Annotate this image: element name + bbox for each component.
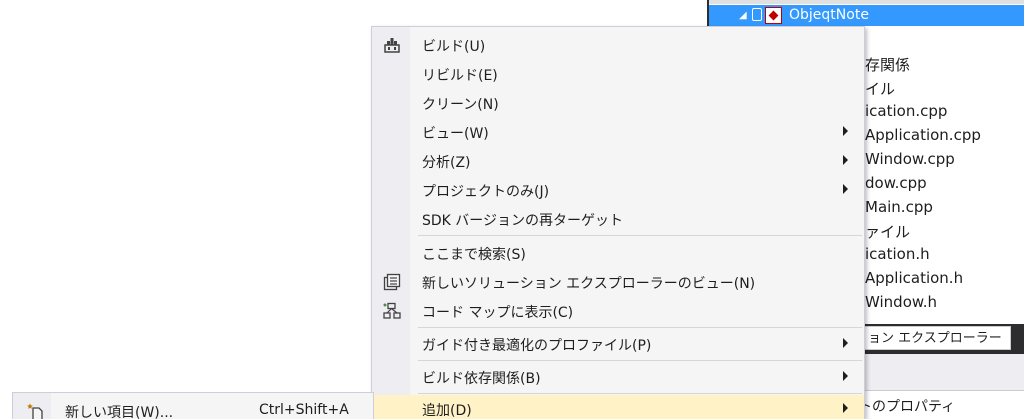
solution-explorer-top-row xyxy=(709,0,1024,4)
tree-item[interactable]: ァイル xyxy=(865,221,910,242)
menu-item-label: リビルド(E) xyxy=(422,68,498,84)
menu-separator xyxy=(418,235,862,236)
build-icon xyxy=(384,38,400,53)
menu-item-label: 分析(Z) xyxy=(422,155,471,171)
tree-item[interactable]: 存関係 xyxy=(865,54,910,75)
tree-item[interactable]: Application.h xyxy=(865,269,963,287)
menu-item-view[interactable]: ビュー(W) xyxy=(372,118,864,146)
menu-item-label: ビュー(W) xyxy=(422,126,489,142)
tree-item[interactable]: ication.cpp xyxy=(865,102,947,120)
menu-item-profile-guided-optimization[interactable]: ガイド付き最適化のプロファイル(P) xyxy=(372,330,864,358)
menu-item-analyze[interactable]: 分析(Z) xyxy=(372,147,864,175)
menu-item-label: ガイド付き最適化のプロファイル(P) xyxy=(422,338,652,354)
menu-item-rebuild[interactable]: リビルド(E) xyxy=(372,60,864,88)
tree-item[interactable]: Application.cpp xyxy=(865,126,981,144)
menu-item-label: SDK バージョンの再ターゲット xyxy=(422,213,624,229)
submenu-arrow-icon xyxy=(843,126,848,136)
tree-item[interactable]: Main.cpp xyxy=(865,198,933,216)
submenu-arrow-icon xyxy=(843,371,848,381)
tree-item[interactable]: Window.h xyxy=(865,293,937,311)
code-map-icon xyxy=(383,302,401,319)
menu-item-label: クリーン(N) xyxy=(422,97,499,113)
menu-item-show-code-map[interactable]: コード マップに表示(C) xyxy=(372,297,864,325)
add-submenu: 新しい項目(W)... Ctrl+Shift+A xyxy=(12,392,374,419)
project-name: ObjeqtNote xyxy=(789,7,869,23)
properties-title: トのプロパティ xyxy=(858,399,956,415)
tree-item[interactable]: dow.cpp xyxy=(865,174,927,192)
submenu-arrow-icon xyxy=(843,155,848,165)
selected-project-row[interactable]: ◢ ObjeqtNote xyxy=(709,5,1024,26)
tree-item[interactable]: イル xyxy=(865,78,895,99)
project-icon xyxy=(765,7,782,24)
menu-item-scope-to-this[interactable]: ここまで検索(S) xyxy=(372,239,864,267)
tree-item[interactable]: Window.cpp xyxy=(865,150,955,168)
submenu-arrow-icon xyxy=(843,184,848,194)
new-item-icon xyxy=(27,403,43,419)
submenu-arrow-icon xyxy=(843,338,848,348)
menu-item-new-explorer-view[interactable]: 新しいソリューション エクスプローラーのビュー(N) xyxy=(372,268,864,296)
menu-item-label: プロジェクトのみ(J) xyxy=(422,184,550,200)
menu-separator xyxy=(418,360,862,361)
menu-separator xyxy=(418,393,862,394)
submenu-arrow-icon xyxy=(843,403,848,413)
menu-item-label: ここまで検索(S) xyxy=(422,247,526,263)
menu-item-build[interactable]: ビルド(U) xyxy=(372,31,864,59)
context-menu: ビルド(U) リビルド(E) クリーン(N) ビュー(W) 分析(Z) プロジェ… xyxy=(371,26,865,419)
menu-item-retarget-sdk[interactable]: SDK バージョンの再ターゲット xyxy=(372,205,864,233)
expand-arrow-icon[interactable]: ◢ xyxy=(739,5,747,26)
menu-item-label: ビルド依存関係(B) xyxy=(422,371,541,387)
tree-item[interactable]: ication.h xyxy=(865,245,930,263)
menu-item-project-only[interactable]: プロジェクトのみ(J) xyxy=(372,176,864,204)
submenu-item-label: 新しい項目(W)... xyxy=(65,405,174,419)
menu-item-label: 新しいソリューション エクスプローラーのビュー(N) xyxy=(422,276,756,292)
menu-item-clean[interactable]: クリーン(N) xyxy=(372,89,864,117)
lock-icon xyxy=(752,8,762,21)
menu-item-build-dependencies[interactable]: ビルド依存関係(B) xyxy=(372,363,864,391)
menu-separator xyxy=(418,327,862,328)
tab-solution-explorer[interactable]: ョン エクスプローラー xyxy=(845,326,1011,350)
screen: ◢ ObjeqtNote 存関係 イル ication.cpp Applicat… xyxy=(0,0,1024,419)
new-view-icon xyxy=(383,273,401,291)
submenu-item-shortcut: Ctrl+Shift+A xyxy=(259,402,349,418)
menu-item-label: 追加(D) xyxy=(422,403,472,419)
menu-item-add[interactable]: 追加(D) xyxy=(372,395,864,419)
menu-item-label: コード マップに表示(C) xyxy=(422,305,574,321)
menu-item-label: ビルド(U) xyxy=(422,39,486,55)
